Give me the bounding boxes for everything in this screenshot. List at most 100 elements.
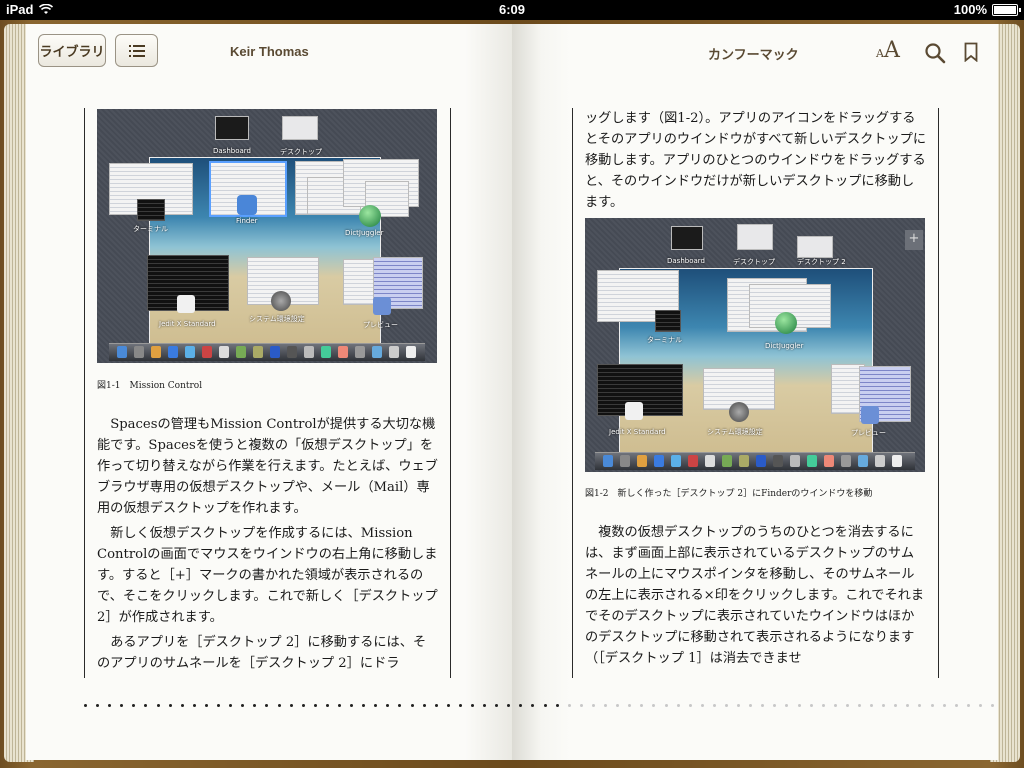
- page-dot[interactable]: [241, 704, 245, 707]
- page-dot[interactable]: [180, 704, 184, 707]
- figure-1-1: Dashboard デスクトップ ターミナル Finder DictJuggle…: [97, 109, 437, 363]
- page-dot[interactable]: [108, 704, 112, 707]
- page-dot[interactable]: [930, 704, 934, 707]
- page-dot[interactable]: [471, 704, 474, 707]
- dock-app-icon: [202, 346, 212, 358]
- page-dot[interactable]: [616, 704, 620, 707]
- page-dot[interactable]: [664, 704, 668, 707]
- jedit-icon: [625, 402, 643, 420]
- page-dot[interactable]: [773, 704, 777, 707]
- page-dot[interactable]: [761, 704, 765, 707]
- left-column-rule-left: [84, 108, 85, 678]
- page-dot[interactable]: [894, 704, 898, 707]
- page-dot[interactable]: [531, 704, 535, 707]
- search-icon[interactable]: [924, 42, 946, 64]
- page-dot[interactable]: [434, 704, 438, 707]
- page-dot[interactable]: [168, 704, 172, 707]
- page-dot[interactable]: [604, 704, 608, 707]
- battery-area: 100%: [954, 2, 1021, 17]
- dock-app-icon: [321, 346, 331, 358]
- page-dot[interactable]: [652, 704, 656, 707]
- page-dot[interactable]: [507, 704, 511, 707]
- page-dot[interactable]: [156, 704, 160, 707]
- page-dot[interactable]: [978, 704, 982, 707]
- font-big-glyph: A: [883, 38, 900, 63]
- dock-app-icon: [185, 346, 195, 358]
- page-dot[interactable]: [579, 704, 583, 707]
- dictjuggler-icon: [775, 312, 797, 334]
- page-scrubber[interactable]: [84, 704, 1003, 710]
- carrier-area: iPad: [6, 2, 54, 17]
- page-dot[interactable]: [797, 704, 801, 707]
- page-dot[interactable]: [640, 704, 644, 707]
- page-dot[interactable]: [337, 704, 341, 707]
- page-dot[interactable]: [954, 704, 958, 707]
- page-dot[interactable]: [676, 704, 680, 707]
- page-dot[interactable]: [833, 704, 837, 707]
- dock-app-icon: [688, 455, 698, 467]
- toc-button[interactable]: [115, 34, 158, 67]
- bookmark-icon[interactable]: [964, 42, 978, 62]
- page-dot[interactable]: [882, 704, 886, 707]
- page-dot[interactable]: [422, 704, 426, 707]
- page-dot[interactable]: [144, 704, 148, 707]
- page-dot[interactable]: [446, 704, 450, 707]
- page-dot[interactable]: [229, 704, 233, 707]
- current-page-dot[interactable]: [555, 704, 559, 707]
- page-dot[interactable]: [700, 704, 704, 707]
- font-size-button[interactable]: AA: [876, 38, 900, 63]
- page-dot[interactable]: [737, 704, 741, 707]
- page-dot[interactable]: [192, 704, 196, 707]
- dashboard-label: Dashboard: [213, 147, 251, 155]
- page-dot[interactable]: [362, 704, 366, 707]
- page-dot[interactable]: [325, 704, 329, 707]
- page-dot[interactable]: [374, 704, 378, 707]
- page-dot[interactable]: [483, 704, 487, 707]
- page-dot[interactable]: [749, 704, 753, 707]
- page-dot[interactable]: [785, 704, 789, 707]
- page-dot[interactable]: [253, 704, 257, 707]
- page-dot[interactable]: [132, 704, 136, 707]
- page-dot[interactable]: [821, 704, 825, 707]
- page-dot[interactable]: [906, 704, 910, 707]
- page-dot[interactable]: [217, 704, 221, 707]
- jedit-label: Jedit X Standard: [609, 428, 666, 436]
- page-dot[interactable]: [688, 704, 692, 707]
- page-dot[interactable]: [942, 704, 946, 707]
- page-dot[interactable]: [410, 704, 414, 707]
- page-dot[interactable]: [712, 704, 716, 707]
- page-dot[interactable]: [495, 704, 499, 707]
- font-small-glyph: A: [876, 47, 884, 60]
- page-dot[interactable]: [350, 704, 354, 707]
- page-dot[interactable]: [628, 704, 632, 707]
- page-dot[interactable]: [519, 704, 523, 707]
- page-dot[interactable]: [724, 704, 728, 707]
- library-button[interactable]: ライブラリ: [38, 34, 106, 67]
- page-dot[interactable]: [870, 704, 874, 707]
- page-dot[interactable]: [845, 704, 849, 707]
- page-dot[interactable]: [120, 704, 124, 707]
- page-dot[interactable]: [301, 704, 305, 707]
- page-dot[interactable]: [543, 704, 547, 707]
- page-dot[interactable]: [809, 704, 813, 707]
- page-dot[interactable]: [313, 704, 317, 707]
- page-dot[interactable]: [204, 704, 208, 707]
- page-dot[interactable]: [289, 704, 293, 707]
- page-dot[interactable]: [96, 704, 100, 707]
- page-dot[interactable]: [277, 704, 281, 707]
- page-dot[interactable]: [386, 704, 390, 707]
- page-dot[interactable]: [458, 704, 462, 707]
- page-dot[interactable]: [991, 704, 995, 707]
- dock-app-icon: [603, 455, 613, 467]
- page-dot[interactable]: [591, 704, 595, 707]
- page-dot[interactable]: [966, 704, 970, 707]
- right-column-rule-right: [938, 108, 939, 678]
- page-dot[interactable]: [398, 704, 402, 707]
- page-dot[interactable]: [858, 704, 861, 707]
- page-dot[interactable]: [918, 704, 922, 707]
- page-dot[interactable]: [567, 704, 571, 707]
- page-dot[interactable]: [84, 704, 87, 707]
- dock-app-icon: [236, 346, 246, 358]
- page-dot[interactable]: [265, 704, 269, 707]
- dashboard-thumbnail: [671, 226, 703, 250]
